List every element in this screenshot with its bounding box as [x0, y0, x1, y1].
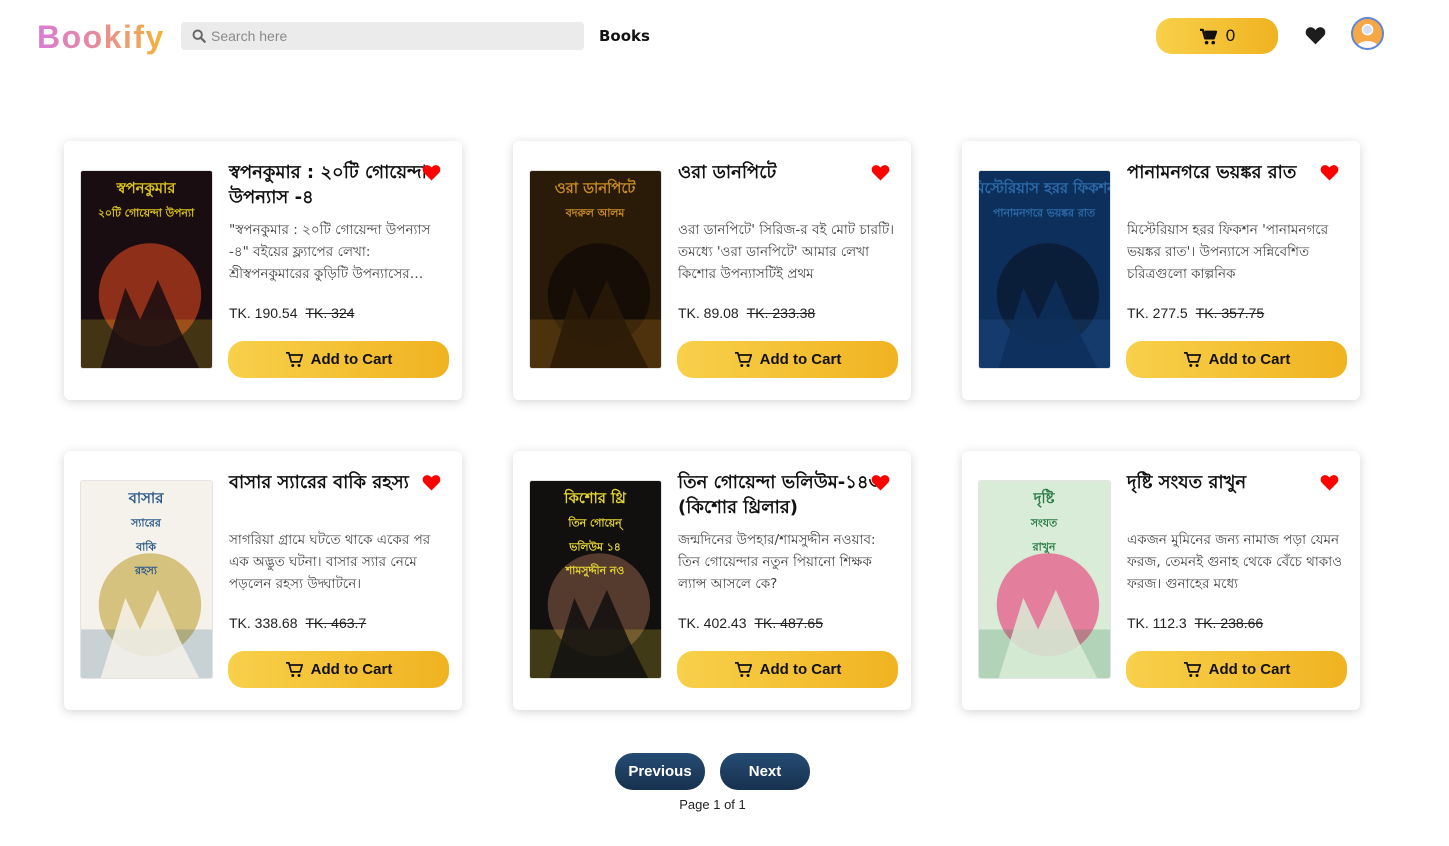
add-to-cart-label: Add to Cart: [310, 661, 393, 678]
cover-text: বাসার: [128, 490, 164, 507]
cart-count: 0: [1225, 26, 1236, 45]
book-description: সাগরিয়া গ্রামে ঘটতে থাকে একের পর এক অদ্…: [229, 532, 431, 592]
heart-icon[interactable]: [1305, 26, 1326, 45]
book-title[interactable]: বাসার স্যারের বাকি রহস্য: [229, 470, 441, 495]
book-card[interactable]: কিশোর থ্রি তিন গোয়েন্ ভলিউম ১৪ শামসুদ্দীন …: [513, 451, 911, 710]
cover-text: পানামনগরে ভয়ঙ্কর রাত: [993, 207, 1096, 220]
add-to-cart-button[interactable]: Add to Cart: [677, 341, 898, 378]
book-title[interactable]: পানামনগরে ভয়ঙ্কর রাত: [1127, 160, 1339, 185]
cart-outline-icon: [285, 662, 303, 677]
book-cover-image[interactable]: মিস্টেরিয়াস হরর ফিকশন পানামনগরে ভয়ঙ্কর …: [978, 170, 1111, 369]
add-to-cart-button[interactable]: Add to Cart: [1126, 651, 1347, 688]
current-price: TK. 338.68: [229, 615, 298, 631]
book-title[interactable]: দৃষ্টি সংযত রাখুন: [1127, 470, 1339, 495]
price-row: TK. 338.68 TK. 463.7: [229, 615, 366, 631]
book-description: মিস্টেরিয়াস হরর ফিকশন 'পানামনগরে ভয়ঙ্ক…: [1127, 222, 1329, 282]
cover-text: তিন গোয়েন্: [567, 516, 624, 531]
user-avatar-icon: [1353, 19, 1382, 48]
cart-outline-icon: [1183, 662, 1201, 677]
add-to-cart-label: Add to Cart: [1208, 661, 1291, 678]
current-price: TK. 112.3: [1127, 615, 1187, 631]
page-indicator: Page 1 of 1: [679, 797, 746, 812]
favorite-heart-icon[interactable]: [1320, 164, 1339, 181]
book-cover-image[interactable]: ওরা ডানপিটে বদরুল আলম: [529, 170, 662, 369]
book-cover-image[interactable]: বাসার স্যারের বাকি রহস্য: [80, 480, 213, 679]
book-card[interactable]: ওরা ডানপিটে বদরুল আলম ওরা ডানপিটে ওরা ডান…: [513, 141, 911, 400]
add-to-cart-label: Add to Cart: [310, 351, 393, 368]
current-price: TK. 402.43: [678, 615, 747, 631]
original-price: TK. 357.75: [1195, 305, 1265, 321]
cart-outline-icon: [734, 352, 752, 367]
add-to-cart-button[interactable]: Add to Cart: [228, 341, 449, 378]
favorite-heart-icon[interactable]: [871, 474, 890, 491]
cover-text: স্যারের: [130, 517, 162, 530]
cover-text: বদরুল আলম: [565, 207, 626, 220]
favorite-heart-icon[interactable]: [422, 474, 441, 491]
cover-text: সংযত: [1030, 517, 1058, 530]
cover-text: রাখুন: [1032, 540, 1056, 554]
cart-button[interactable]: 0: [1156, 18, 1278, 54]
add-to-cart-button[interactable]: Add to Cart: [677, 651, 898, 688]
book-card[interactable]: দৃষ্টি সংযত রাখুন দৃষ্টি সংযত রাখুন একজন ম…: [962, 451, 1360, 710]
current-price: TK. 89.08: [678, 305, 739, 321]
book-description: ওরা ডানপিটে' সিরিজ-র বই মোট চারটি। তমধ্য…: [678, 222, 895, 282]
original-price: TK. 487.65: [754, 615, 824, 631]
cover-text: শামসুদ্দীন নও: [565, 563, 625, 578]
cover-text: স্বপনকুমার: [116, 180, 177, 198]
favorite-heart-icon[interactable]: [871, 164, 890, 181]
nav-books-link[interactable]: Books: [599, 26, 650, 46]
book-title[interactable]: ওরা ডানপিটে: [678, 160, 890, 185]
add-to-cart-label: Add to Cart: [759, 661, 842, 678]
book-description: "স্বপনকুমার : ২০টি গোয়েন্দা উপন্যাস -৪"…: [229, 222, 431, 282]
favorite-heart-icon[interactable]: [1320, 474, 1339, 491]
current-price: TK. 277.5: [1127, 305, 1188, 321]
cover-text: মিস্টেরিয়াস হরর ফিকশন: [979, 178, 1110, 197]
book-card[interactable]: মিস্টেরিয়াস হরর ফিকশন পানামনগরে ভয়ঙ্কর …: [962, 141, 1360, 400]
cover-text: ভলিউম ১৪: [568, 539, 621, 553]
book-title[interactable]: স্বপনকুমার : ২০টি গোয়েন্দা উপন্যাস -৪: [229, 160, 441, 210]
price-row: TK. 190.54 TK. 324: [229, 305, 355, 321]
cart-outline-icon: [734, 662, 752, 677]
next-page-button[interactable]: Next: [720, 753, 810, 790]
cover-text: কিশোর থ্রি: [563, 488, 627, 507]
search-input[interactable]: [211, 28, 571, 44]
cover-text: রহস্য: [134, 564, 158, 577]
original-price: TK. 324: [305, 305, 355, 321]
search-bar[interactable]: [181, 22, 584, 50]
add-to-cart-label: Add to Cart: [1208, 351, 1291, 368]
original-price: TK. 463.7: [305, 615, 367, 631]
add-to-cart-button[interactable]: Add to Cart: [1126, 341, 1347, 378]
book-description: একজন মুমিনের জন্য নামাজ পড়া যেমন ফরজ, ত…: [1127, 532, 1343, 592]
price-row: TK. 402.43 TK. 487.65: [678, 615, 823, 631]
bookify-logo[interactable]: Bookify: [37, 17, 165, 57]
price-row: TK. 277.5 TK. 357.75: [1127, 305, 1264, 321]
book-card[interactable]: বাসার স্যারের বাকি রহস্য বাসার স্যারের বাকি…: [64, 451, 462, 710]
book-cover-image[interactable]: দৃষ্টি সংযত রাখুন: [978, 480, 1111, 679]
cart-outline-icon: [285, 352, 303, 367]
shopping-cart-icon: [1199, 28, 1217, 44]
user-avatar[interactable]: [1351, 17, 1384, 50]
current-price: TK. 190.54: [229, 305, 298, 321]
book-cover-image[interactable]: স্বপনকুমার ২০টি গোয়েন্দা উপন্যা: [80, 170, 213, 369]
cover-text: বাকি: [135, 539, 157, 553]
add-to-cart-button[interactable]: Add to Cart: [228, 651, 449, 688]
search-icon: [192, 29, 206, 43]
book-title[interactable]: তিন গোয়েন্দা ভলিউম-১৪৩ (কিশোর থ্রিলার): [678, 470, 890, 520]
cover-text: দৃষ্টি: [1033, 488, 1056, 509]
price-row: TK. 112.3 TK. 238.66: [1127, 615, 1263, 631]
original-price: TK. 233.38: [746, 305, 816, 321]
cover-text: ২০টি গোয়েন্দা উপন্যা: [98, 206, 195, 220]
original-price: TK. 238.66: [1194, 615, 1264, 631]
add-to-cart-label: Add to Cart: [759, 351, 842, 368]
book-card[interactable]: স্বপনকুমার ২০টি গোয়েন্দা উপন্যা স্বপনকুম…: [64, 141, 462, 400]
previous-page-button[interactable]: Previous: [615, 753, 705, 790]
book-description: জন্মদিনের উপহার/শামসুদ্দীন নওয়াব: তিন গ…: [678, 532, 876, 592]
cart-outline-icon: [1183, 352, 1201, 367]
cover-text: ওরা ডানপিটে: [555, 178, 637, 197]
book-cover-image[interactable]: কিশোর থ্রি তিন গোয়েন্ ভলিউম ১৪ শামসুদ্দীন …: [529, 480, 662, 679]
price-row: TK. 89.08 TK. 233.38: [678, 305, 815, 321]
favorite-heart-icon[interactable]: [422, 164, 441, 181]
